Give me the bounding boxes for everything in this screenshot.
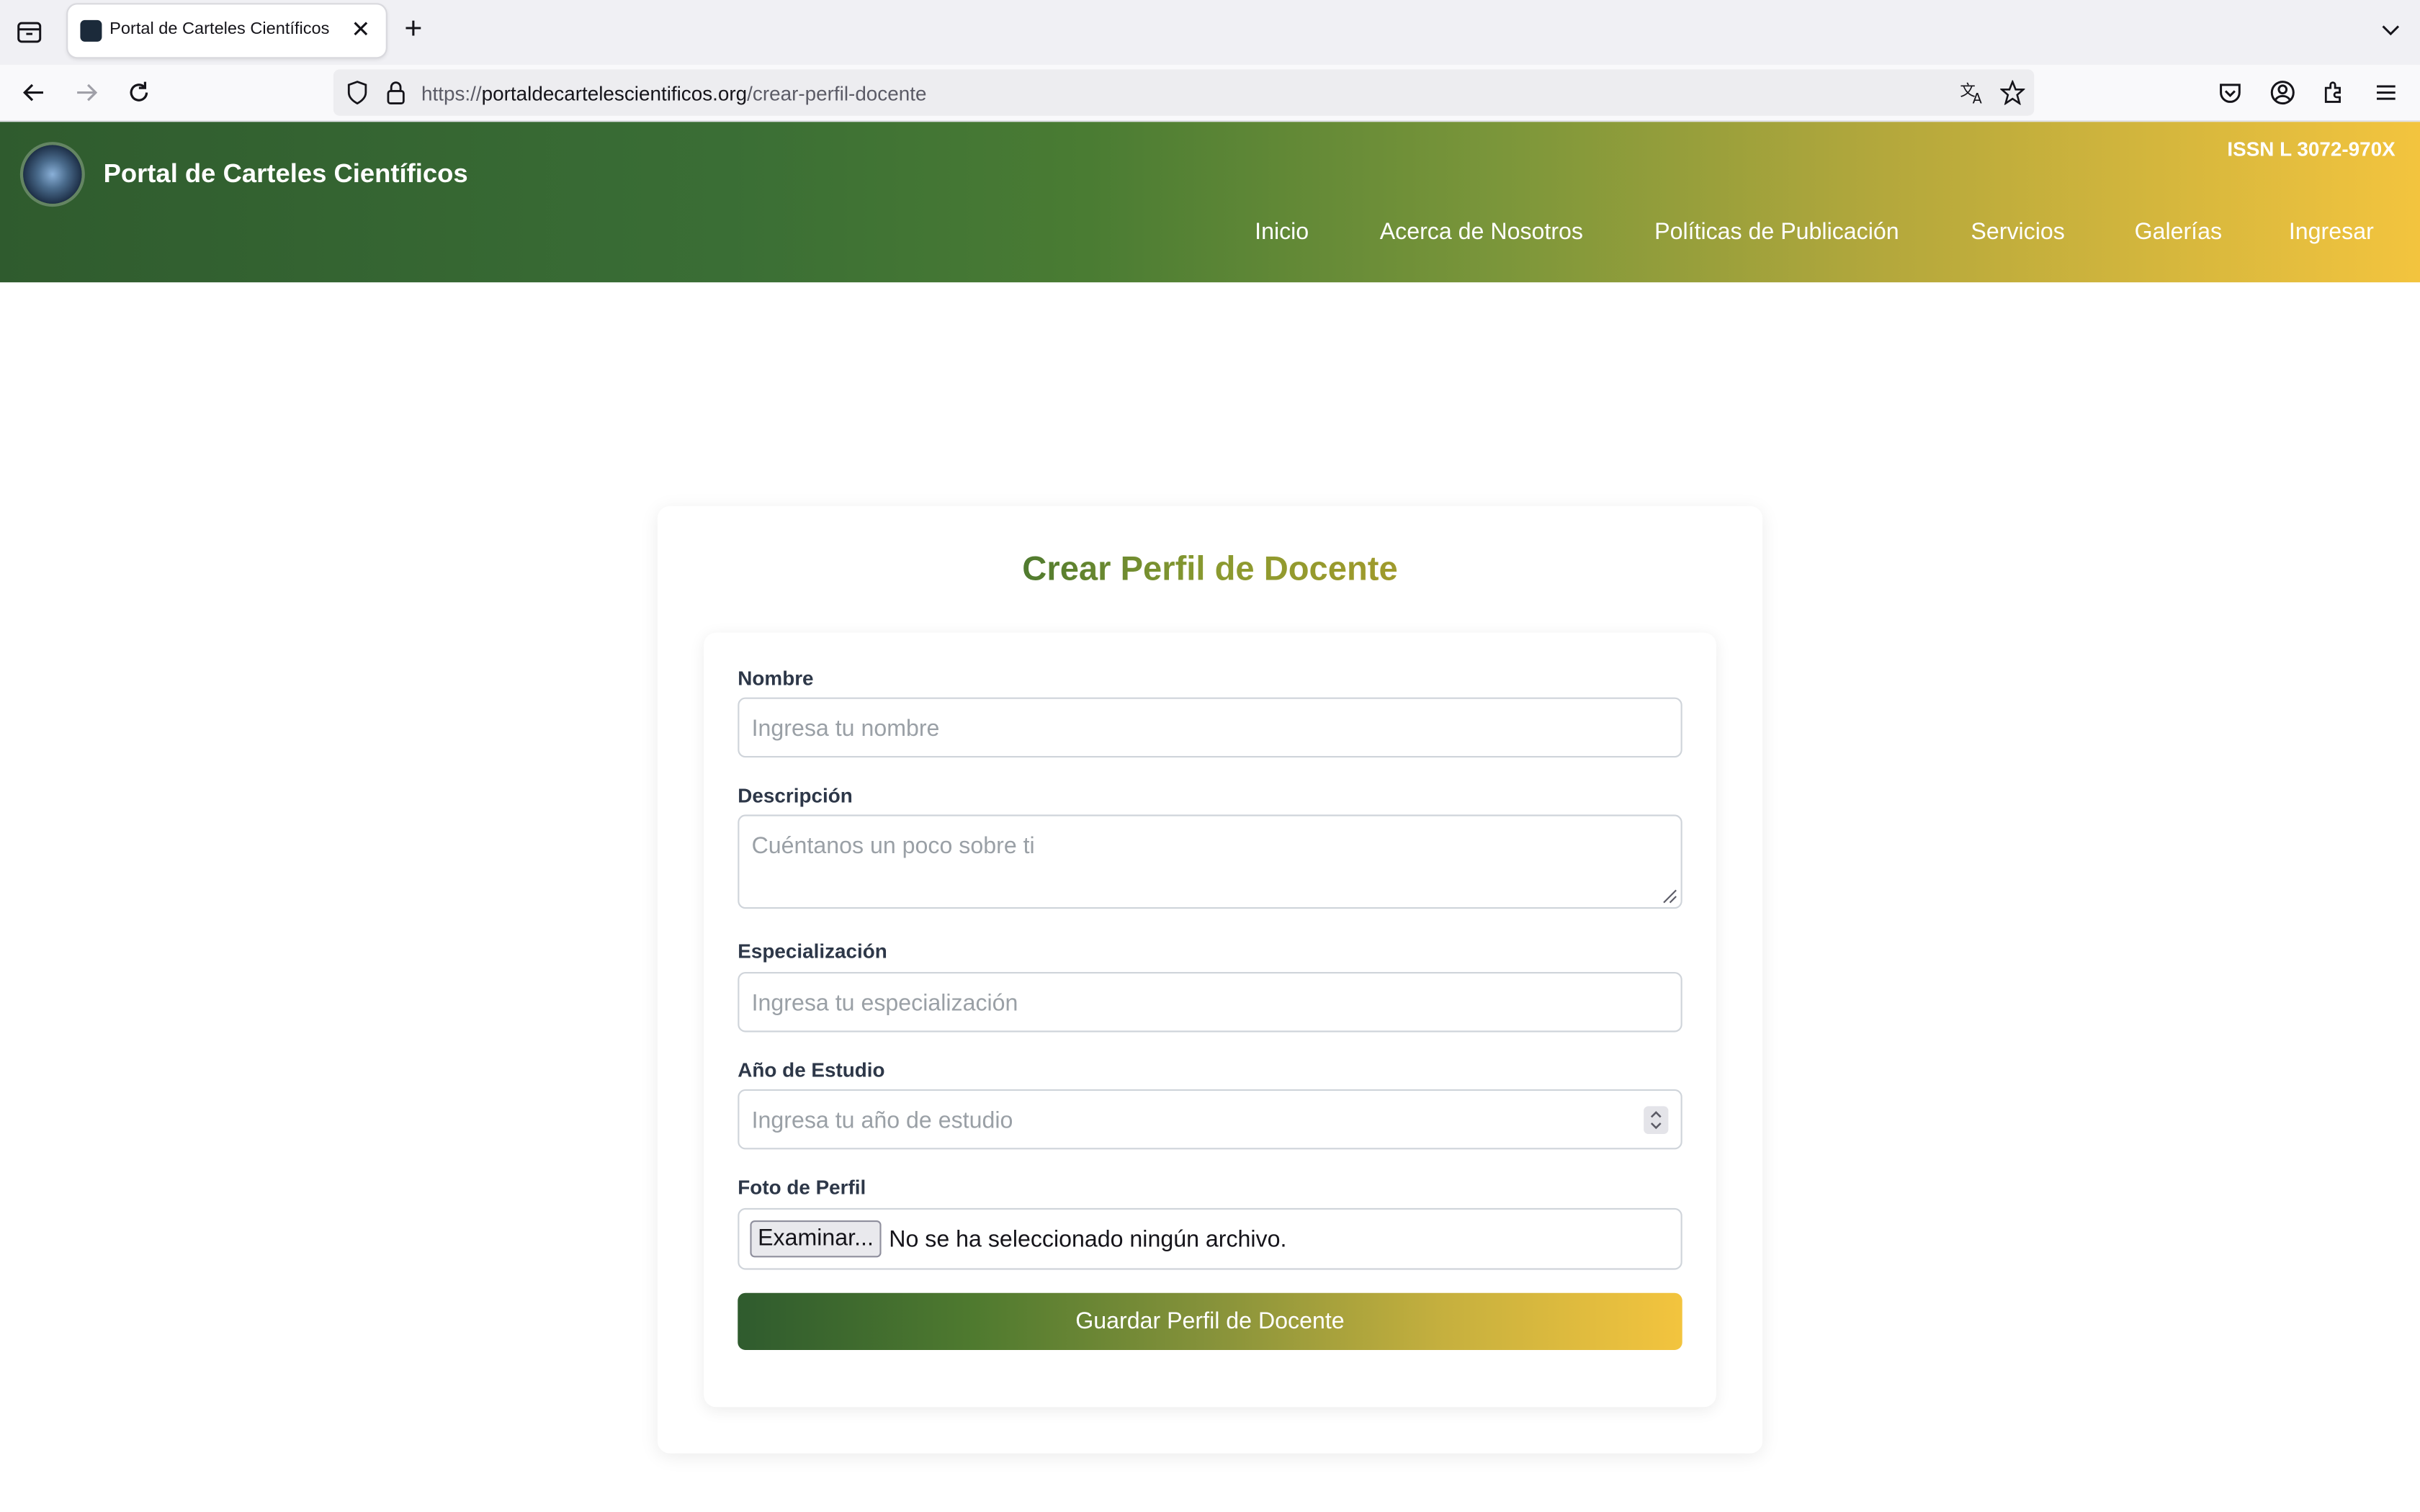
issn-label: ISSN L 3072-970X — [2227, 137, 2396, 161]
site-favicon-icon — [80, 19, 102, 42]
site-header: Portal de Carteles Científicos ISSN L 30… — [0, 122, 2420, 283]
menu-icon[interactable] — [2372, 78, 2401, 107]
no-file-text: No se ha seleccionado ningún archivo. — [889, 1226, 1287, 1253]
name-input[interactable]: Ingresa tu nombre — [738, 697, 1682, 758]
study-year-label: Año de Estudio — [738, 1058, 885, 1082]
chevron-down-icon[interactable] — [2380, 19, 2401, 40]
pocket-icon[interactable] — [2216, 78, 2244, 107]
bookmark-star-icon[interactable] — [2000, 80, 2025, 105]
browser-nav-bar: https://portaldecartelescientificos.org/… — [0, 65, 2420, 122]
svg-text:A: A — [1973, 91, 1983, 105]
lock-icon[interactable] — [386, 80, 406, 104]
site-logo[interactable] — [23, 145, 82, 204]
name-label: Nombre — [738, 666, 814, 690]
back-arrow-icon[interactable] — [20, 78, 48, 107]
forward-arrow-icon[interactable] — [73, 78, 101, 107]
shield-icon[interactable] — [346, 80, 369, 105]
account-icon[interactable] — [2269, 78, 2297, 107]
nav-link-ingresar[interactable]: Ingresar — [2289, 219, 2374, 245]
description-textarea[interactable]: Cuéntanos un poco sobre ti — [738, 814, 1682, 909]
url-bar[interactable]: https://portaldecartelescientificos.org/… — [333, 69, 2035, 116]
description-placeholder: Cuéntanos un poco sobre ti — [751, 833, 1035, 860]
browser-tab[interactable]: Portal de Carteles Científicos ✕ — [68, 4, 386, 58]
reload-icon[interactable] — [125, 78, 153, 107]
translate-icon[interactable]: 文 A — [1960, 80, 1984, 105]
new-tab-icon[interactable]: + — [404, 14, 422, 45]
study-year-input[interactable]: Ingresa tu año de estudio — [738, 1089, 1682, 1150]
nav-link-galerias[interactable]: Galerías — [2135, 219, 2223, 245]
nav-link-acerca[interactable]: Acerca de Nosotros — [1380, 219, 1583, 245]
extensions-icon[interactable] — [2320, 78, 2348, 107]
page-title: Crear Perfil de Docente — [1022, 549, 1398, 588]
nav-link-inicio[interactable]: Inicio — [1255, 219, 1309, 245]
tab-title: Portal de Carteles Científicos — [109, 19, 330, 39]
study-year-placeholder: Ingresa tu año de estudio — [751, 1107, 1013, 1134]
resize-handle-icon[interactable] — [1662, 888, 1677, 904]
nav-link-servicios[interactable]: Servicios — [1971, 219, 2064, 245]
tab-list-icon[interactable] — [15, 19, 43, 47]
photo-file-input[interactable]: Examinar... No se ha seleccionado ningún… — [738, 1207, 1682, 1270]
url-text: https://portaldecartelescientificos.org/… — [421, 81, 927, 105]
specialization-label: Especialización — [738, 940, 887, 963]
browser-tab-bar: Portal de Carteles Científicos ✕ + — [0, 0, 2420, 65]
photo-label: Foto de Perfil — [738, 1175, 866, 1199]
close-tab-icon[interactable]: ✕ — [351, 15, 370, 43]
profile-card: Crear Perfil de Docente Nombre Ingresa t… — [657, 505, 1763, 1454]
browse-button[interactable]: Examinar... — [750, 1220, 882, 1258]
specialization-placeholder: Ingresa tu especialización — [751, 990, 1018, 1017]
save-profile-button[interactable]: Guardar Perfil de Docente — [738, 1292, 1682, 1350]
name-placeholder: Ingresa tu nombre — [751, 716, 940, 742]
profile-form: Nombre Ingresa tu nombre Descripción Cué… — [704, 632, 1716, 1408]
site-title[interactable]: Portal de Carteles Científicos — [104, 159, 468, 190]
number-spinner-icon[interactable] — [1644, 1106, 1669, 1134]
nav-link-politicas[interactable]: Políticas de Publicación — [1654, 219, 1899, 245]
specialization-input[interactable]: Ingresa tu especialización — [738, 972, 1682, 1032]
description-label: Descripción — [738, 783, 853, 807]
